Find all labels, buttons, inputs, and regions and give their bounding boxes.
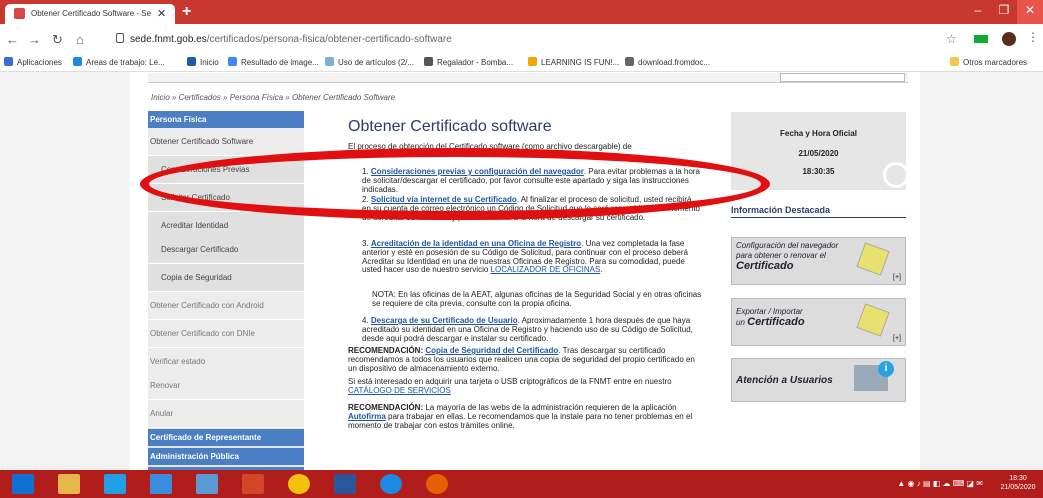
promo-exportar[interactable]: Exportar / Importar un Certificado [+] bbox=[731, 298, 906, 346]
bookmark-item[interactable]: Regalador - Bomba... bbox=[424, 57, 513, 67]
minimize-button[interactable]: – bbox=[965, 0, 991, 24]
recommendation-1: RECOMENDACIÓN: Copia de Seguridad del Ce… bbox=[348, 346, 695, 373]
localizador-link[interactable]: LOCALIZADOR DE OFICINAS bbox=[491, 265, 601, 274]
powerpoint-icon[interactable] bbox=[242, 474, 264, 494]
close-window-button[interactable]: ✕ bbox=[1017, 0, 1043, 24]
date-label: Fecha y Hora Oficial bbox=[780, 129, 857, 138]
step3-link[interactable]: Acreditación de la identidad en una Ofic… bbox=[371, 239, 581, 248]
system-tray[interactable]: ▲ ◉ ♪ ▤ ◧ ☁ ⌨ ◪ ✉ bbox=[897, 479, 983, 488]
apps-bookmark[interactable]: Aplicaciones bbox=[4, 57, 62, 67]
bookmark-icon bbox=[325, 57, 334, 66]
firefox-icon[interactable] bbox=[426, 474, 448, 494]
new-tab-button[interactable]: + bbox=[182, 3, 191, 21]
step-4: 4. Descarga de su Certificado de Usuario… bbox=[362, 316, 693, 343]
info-header: Información Destacada bbox=[731, 205, 906, 218]
bookmark-star-icon[interactable]: ☆ bbox=[946, 32, 957, 46]
step4-link[interactable]: Descarga de su Certificado de Usuario bbox=[371, 316, 518, 325]
certificate-icon bbox=[856, 242, 890, 276]
taskbar: ▲ ◉ ♪ ▤ ◧ ☁ ⌨ ◪ ✉ 18:30 21/05/2020 bbox=[0, 470, 1043, 498]
lock-icon bbox=[116, 33, 124, 43]
bookmark-icon bbox=[424, 57, 433, 66]
official-date: 21/05/2020 bbox=[798, 149, 839, 158]
promo-atencion-usuarios[interactable]: Atención a Usuarios i bbox=[731, 358, 906, 402]
bookmark-item[interactable]: LEARNING IS FUN!... bbox=[528, 57, 619, 67]
bookmark-item[interactable]: Areas de trabajo: Le... bbox=[73, 57, 165, 67]
extension-icon[interactable] bbox=[974, 35, 988, 43]
window-controls: – ❐ ✕ bbox=[965, 0, 1043, 24]
address-bar[interactable]: sede.fnmt.gob.es/certificados/persona-fi… bbox=[108, 30, 928, 50]
certificate-icon bbox=[856, 303, 890, 337]
recommendation-2: RECOMENDACIÓN: La mayoría de las webs de… bbox=[348, 403, 693, 430]
back-icon[interactable]: ← bbox=[6, 32, 19, 47]
page-title: Obtener Certificado software bbox=[348, 118, 552, 135]
app-icon[interactable] bbox=[150, 474, 172, 494]
sidebar-item-dnie[interactable]: Obtener Certificado con DNIe bbox=[148, 320, 304, 348]
home-icon[interactable]: ⌂ bbox=[76, 32, 84, 47]
sidebar-item-android[interactable]: Obtener Certificado con Android bbox=[148, 292, 304, 320]
bookmark-icon bbox=[187, 57, 196, 66]
step-3: 3. Acreditación de la identidad en una O… bbox=[362, 239, 688, 275]
clock-icon bbox=[883, 162, 909, 188]
tarjeta-text: Si está interesado en adquirir una tarje… bbox=[348, 377, 672, 395]
browser-title-bar: Obtener Certificado Software - Se ✕ + – … bbox=[0, 0, 1043, 24]
breadcrumb: Inicio » Certificados » Persona Física »… bbox=[151, 93, 396, 102]
bookmarks-bar: Aplicaciones Areas de trabajo: Le... Ini… bbox=[0, 56, 1043, 72]
store-icon[interactable] bbox=[104, 474, 126, 494]
edge-icon[interactable] bbox=[380, 474, 402, 494]
bookmark-icon bbox=[73, 57, 82, 66]
bookmark-item[interactable]: Inicio bbox=[187, 57, 219, 67]
backup-link[interactable]: Copia de Seguridad del Certificado bbox=[425, 346, 558, 355]
bookmark-icon bbox=[228, 57, 237, 66]
bookmark-icon bbox=[528, 57, 537, 66]
menu-icon[interactable]: ⋮ bbox=[1027, 30, 1039, 44]
sidebar-item-copia[interactable]: Copia de Seguridad bbox=[148, 264, 304, 292]
close-tab-icon[interactable]: ✕ bbox=[157, 7, 166, 20]
bookmark-item[interactable]: download.fromdoc... bbox=[625, 57, 710, 67]
bookmark-item[interactable]: Uso de artículos (2/... bbox=[325, 57, 414, 67]
profile-avatar[interactable] bbox=[1002, 32, 1016, 46]
sidebar-header-administracion[interactable]: Administración Pública bbox=[148, 448, 304, 465]
info-icon: i bbox=[878, 361, 894, 377]
search-input[interactable] bbox=[780, 73, 905, 82]
maximize-button[interactable]: ❐ bbox=[991, 0, 1017, 24]
taskbar-clock[interactable]: 18:30 21/05/2020 bbox=[997, 474, 1039, 492]
windows-start-icon[interactable] bbox=[12, 474, 34, 494]
sidebar-item-descargar[interactable]: Descargar Certificado bbox=[148, 236, 304, 264]
sidebar-header-persona-fisica[interactable]: Persona Física bbox=[148, 111, 304, 128]
sidebar-item-renovar[interactable]: Renovar bbox=[148, 372, 304, 400]
word-icon[interactable] bbox=[334, 474, 356, 494]
red-highlight-ellipse bbox=[140, 148, 770, 220]
sidebar-item-obtener-software[interactable]: Obtener Certificado Software bbox=[148, 128, 304, 156]
chrome-icon[interactable] bbox=[288, 474, 310, 494]
url-text: sede.fnmt.gob.es/certificados/persona-fi… bbox=[130, 34, 452, 45]
browser-tab[interactable]: Obtener Certificado Software - Se ✕ bbox=[5, 4, 175, 24]
bookmark-icon bbox=[625, 57, 634, 66]
app-icon[interactable] bbox=[196, 474, 218, 494]
autofirma-link[interactable]: Autofirma bbox=[348, 412, 386, 421]
forward-icon[interactable]: → bbox=[28, 32, 41, 47]
other-bookmarks[interactable]: Otros marcadores bbox=[950, 57, 1027, 67]
file-explorer-icon[interactable] bbox=[58, 474, 80, 494]
bookmark-item[interactable]: Resultado de image... bbox=[228, 57, 319, 67]
sidebar-item-anular[interactable]: Anular bbox=[148, 400, 304, 428]
screen: Obtener Certificado Software - Se ✕ + – … bbox=[0, 0, 1043, 498]
catalogo-link[interactable]: CATÁLOGO DE SERVICIOS bbox=[348, 386, 451, 395]
sidebar-header-representante[interactable]: Certificado de Representante bbox=[148, 429, 304, 446]
browser-toolbar: ← → ↻ ⌂ sede.fnmt.gob.es/certificados/pe… bbox=[0, 24, 1043, 56]
note-text: NOTA: En las oficinas de la AEAT, alguna… bbox=[372, 290, 702, 308]
favicon-icon bbox=[14, 8, 25, 19]
reload-icon[interactable]: ↻ bbox=[52, 32, 63, 48]
tab-title: Obtener Certificado Software - Se bbox=[31, 9, 151, 18]
promo-config-navegador[interactable]: Configuración del navegador para obtener … bbox=[731, 237, 906, 285]
